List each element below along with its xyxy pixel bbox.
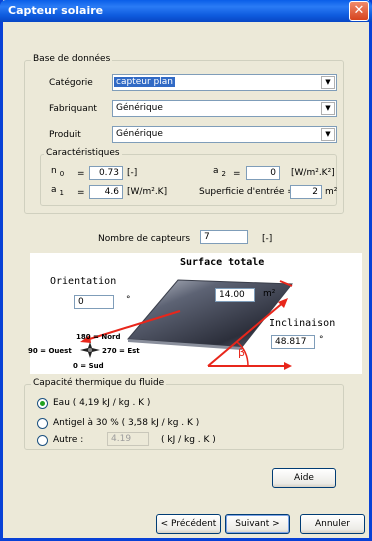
title-bar[interactable]: Capteur solaire ✕ <box>0 0 372 22</box>
chevron-down-icon[interactable]: ▼ <box>321 128 335 141</box>
solar-collector-dialog: Capteur solaire ✕ Base de données Catégo… <box>0 0 372 541</box>
a1-unit: [W/m².K] <box>127 187 168 197</box>
eta0-symbol: n0 <box>51 166 65 178</box>
inclination-arrowhead-right <box>284 362 292 370</box>
fluid-legend: Capacité thermique du fluide <box>31 378 167 388</box>
a2-unit: [W/m².K²] <box>291 168 335 178</box>
fluid-other-input: 4.19 <box>107 432 149 446</box>
product-select[interactable]: Générique ▼ <box>112 126 337 143</box>
area-label: Superficie d'entrée = <box>199 187 295 197</box>
fluid-option-other-label[interactable]: Autre : <box>53 435 83 445</box>
total-surface-label: Surface totale <box>180 257 265 268</box>
fluid-option-other-radio[interactable] <box>37 435 48 446</box>
fluid-option-water-label[interactable]: Eau ( 4,19 kJ / kg . K ) <box>53 398 150 408</box>
eta0-input[interactable]: 0.73 <box>89 166 123 180</box>
chevron-down-icon[interactable]: ▼ <box>321 102 335 115</box>
compass-icon <box>80 342 100 358</box>
manufacturer-select[interactable]: Générique ▼ <box>112 100 337 117</box>
total-surface-unit: m² <box>263 289 276 299</box>
a1-input[interactable]: 4.6 <box>89 185 123 199</box>
inclination-unit: ° <box>319 335 324 345</box>
manufacturer-value: Générique <box>116 103 163 113</box>
area-input[interactable]: 2 <box>290 185 322 199</box>
collector-diagram: Orientation 0 ° Surface totale 14.00 m² … <box>28 253 362 374</box>
fluid-option-water-radio[interactable] <box>37 398 48 409</box>
category-label: Catégorie <box>49 78 93 88</box>
chevron-down-icon[interactable]: ▼ <box>321 76 335 89</box>
collectors-input[interactable]: 7 <box>200 230 248 244</box>
orientation-label: Orientation <box>50 276 117 287</box>
product-value: Générique <box>116 129 163 139</box>
fluid-option-antifreeze-label[interactable]: Antigel à 30 % ( 3,58 kJ / kg . K ) <box>53 418 199 428</box>
area-unit: m² <box>325 187 338 197</box>
product-label: Produit <box>49 130 81 140</box>
a2-symbol: a2 <box>213 166 226 178</box>
database-legend: Base de données <box>31 54 113 64</box>
collectors-label: Nombre de capteurs <box>98 234 191 244</box>
category-value: capteur plan <box>114 77 175 87</box>
inclination-input[interactable]: 48.817 <box>271 335 315 349</box>
beta-symbol: β <box>238 346 246 359</box>
compass-north: 180 = Nord <box>76 333 121 341</box>
cancel-button[interactable]: Annuler <box>300 514 365 534</box>
a2-equals: = <box>233 169 241 179</box>
compass-south: 0 = Sud <box>73 362 104 370</box>
inclination-label: Inclinaison <box>269 318 336 329</box>
next-button[interactable]: Suivant > <box>225 514 290 534</box>
fluid-other-unit: ( kJ / kg . K ) <box>161 435 216 445</box>
a1-equals: = <box>77 188 85 198</box>
total-surface-input[interactable]: 14.00 <box>215 288 255 302</box>
manufacturer-label: Fabriquant <box>49 104 97 114</box>
collector-illustration <box>80 279 294 370</box>
previous-button[interactable]: < Précédent <box>156 514 221 534</box>
help-button[interactable]: Aide <box>272 468 336 488</box>
orientation-unit: ° <box>126 295 131 305</box>
eta0-equals: = <box>77 169 85 179</box>
collectors-unit: [-] <box>262 234 273 244</box>
eta0-unit: [-] <box>127 168 138 178</box>
window-title: Capteur solaire <box>8 4 104 17</box>
compass-west: 90 = Ouest <box>28 347 72 355</box>
close-button[interactable]: ✕ <box>349 1 369 21</box>
orientation-input[interactable]: 0 <box>74 295 114 309</box>
a1-symbol: a1 <box>51 185 64 197</box>
category-select[interactable]: capteur plan ▼ <box>112 74 337 91</box>
compass-east: 270 = Est <box>102 347 140 355</box>
a2-input[interactable]: 0 <box>246 166 280 180</box>
fluid-option-antifreeze-radio[interactable] <box>37 418 48 429</box>
characteristics-legend: Caractéristiques <box>44 148 122 158</box>
